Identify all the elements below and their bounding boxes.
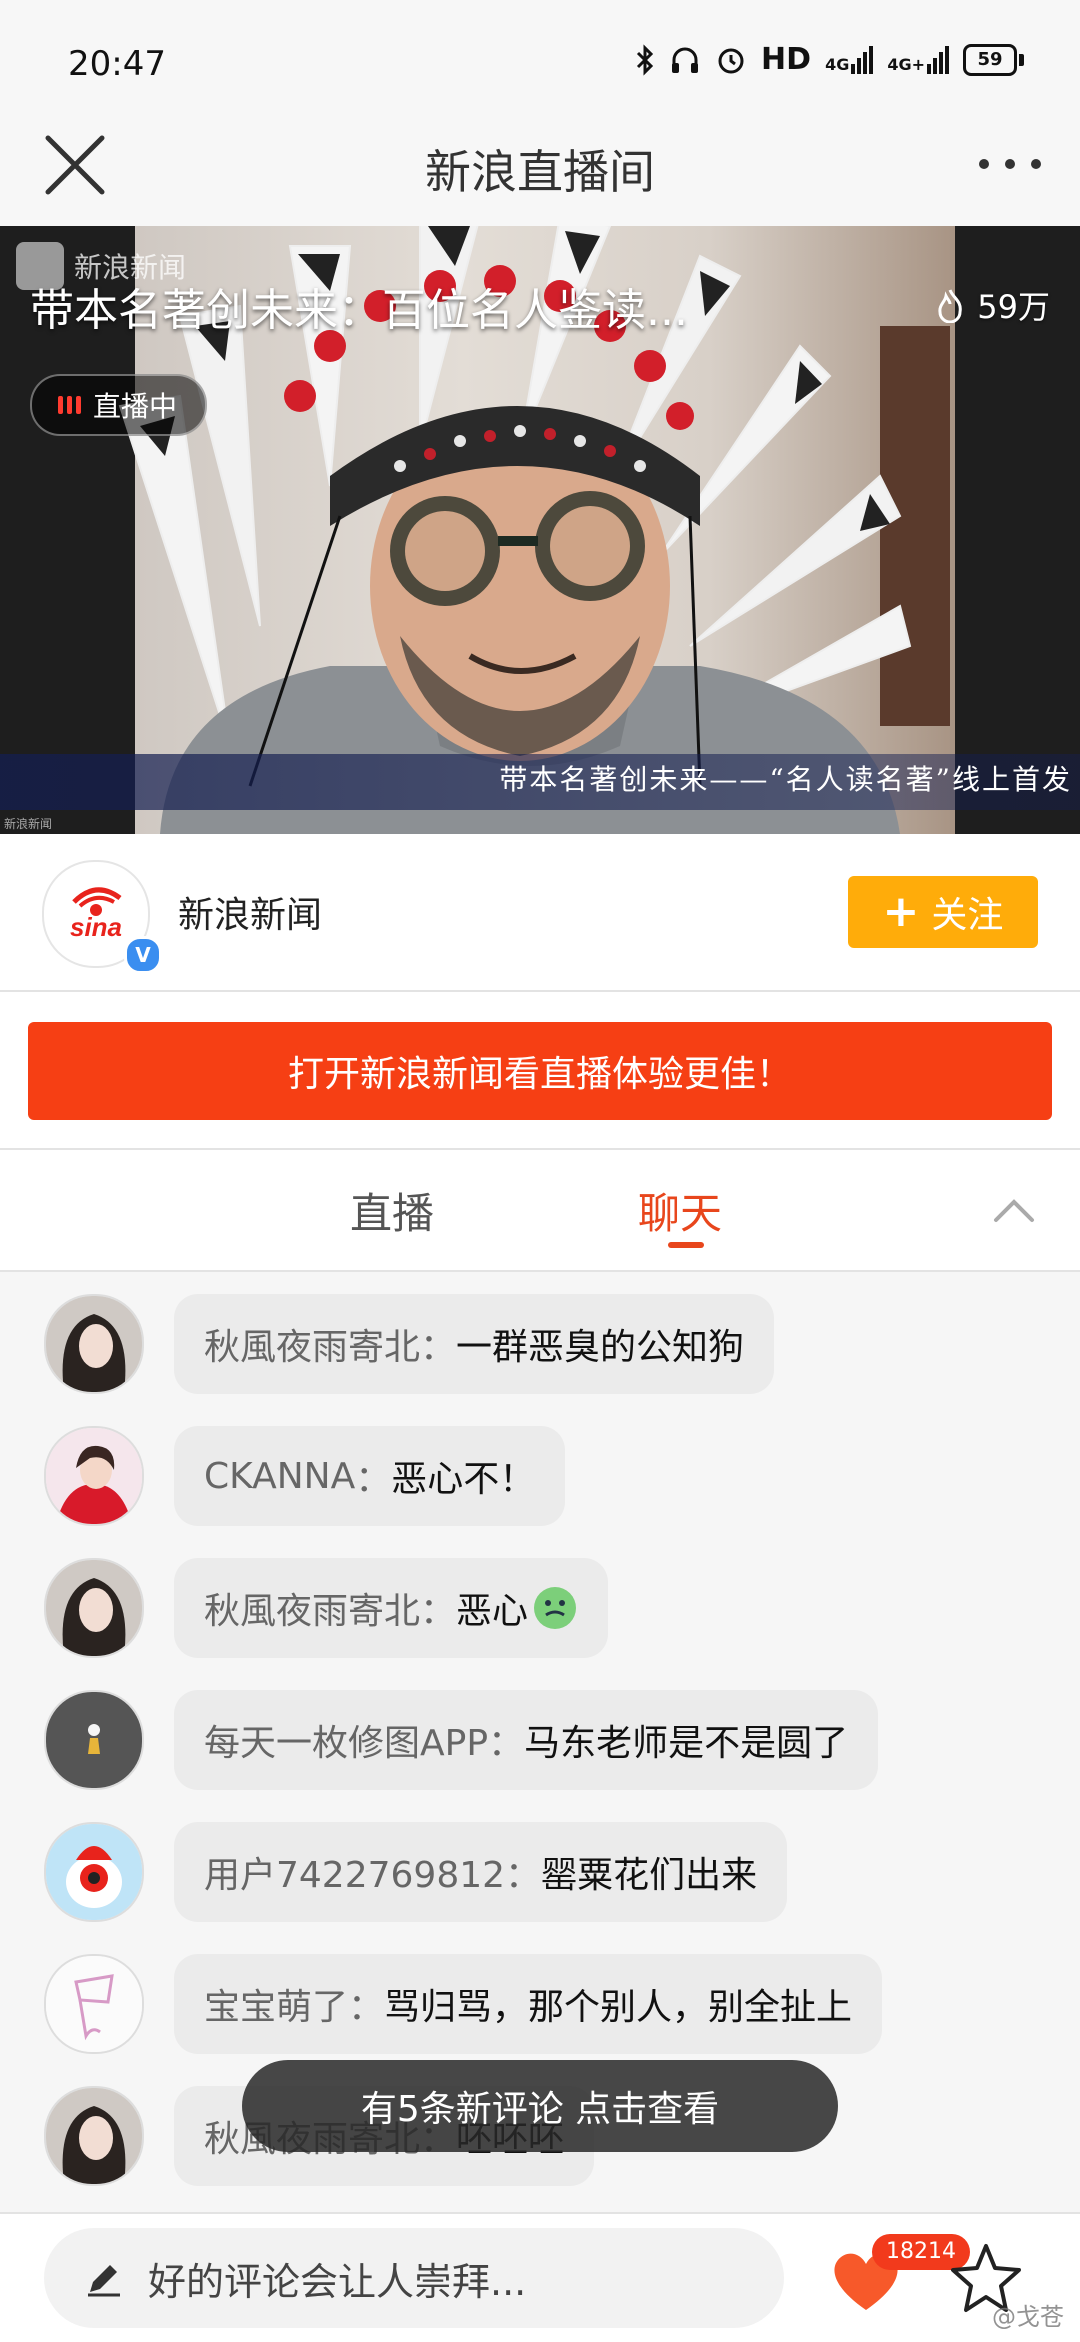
account-name[interactable]: 新浪新闻 xyxy=(178,886,322,938)
message-text: 骂归骂，那个别人，别全扯上 xyxy=(384,1987,853,2028)
message-text: 恶心 xyxy=(456,1591,529,1632)
message-bubble: 用户7422769812：罂粟花们出来 xyxy=(174,1822,788,1922)
message-text: 马东老师是不是圆了 xyxy=(524,1723,849,1764)
video-player[interactable]: 新浪新闻 带本名著创未来：百位名人鉴读... 59万 直播中 带本名著创未来——… xyxy=(0,226,1080,834)
video-watermark: 新浪新闻 xyxy=(4,817,53,831)
message-user[interactable]: 宝宝萌了 xyxy=(204,1978,348,2030)
message-text: 恶心不！ xyxy=(391,1459,536,1500)
signal-icon: 4G xyxy=(825,45,874,74)
avatar[interactable] xyxy=(44,1558,144,1658)
live-badge: 直播中 xyxy=(30,374,208,436)
new-comments-toast[interactable]: 有5条新评论 点击查看 xyxy=(242,2060,838,2152)
svg-text:sina: sina xyxy=(70,912,122,942)
pencil-icon xyxy=(88,2265,120,2297)
page-title: 新浪直播间 xyxy=(425,145,655,199)
tab-chat[interactable]: 聊天 xyxy=(638,1180,722,1241)
alarm-icon xyxy=(718,48,744,73)
status-bar: 20:47 HD 4G 4G+ 59 xyxy=(0,0,1080,120)
list-item: 秋風夜雨寄北：恶心 xyxy=(0,1558,1080,1666)
plus-icon: + xyxy=(882,886,920,937)
message-user[interactable]: 用户7422769812 xyxy=(204,1846,505,1898)
message-bubble: 宝宝萌了：骂归骂，那个别人，别全扯上 xyxy=(174,1954,883,2054)
bottom-bar: 好的评论会让人崇拜... 18214 @戈苍 xyxy=(0,2212,1080,2342)
message-text: 一群恶臭的公知狗 xyxy=(456,1327,745,1368)
verified-badge: V xyxy=(124,936,162,974)
avatar[interactable] xyxy=(44,1954,144,2054)
message-text: 罂粟花们出来 xyxy=(541,1855,758,1896)
list-item: 宝宝萌了：骂归骂，那个别人，别全扯上 xyxy=(0,1954,1080,2062)
follow-button[interactable]: + 关注 xyxy=(848,876,1038,948)
comment-input[interactable]: 好的评论会让人崇拜... xyxy=(44,2228,784,2328)
avatar[interactable] xyxy=(44,2086,144,2186)
viewer-count-value: 59万 xyxy=(977,288,1050,326)
more-dots-icon[interactable] xyxy=(970,134,1050,194)
network-label: HD xyxy=(761,42,812,77)
live-bars-icon xyxy=(58,396,81,414)
list-item: 秋風夜雨寄北：一群恶臭的公知狗 xyxy=(0,1294,1080,1402)
message-bubble: 秋風夜雨寄北：一群恶臭的公知狗 xyxy=(174,1294,775,1394)
avatar[interactable] xyxy=(44,1426,144,1526)
tab-live[interactable]: 直播 xyxy=(350,1180,434,1241)
comment-placeholder: 好的评论会让人崇拜... xyxy=(148,2259,527,2304)
bluetooth-icon xyxy=(636,43,654,76)
message-user[interactable]: CKANNA xyxy=(204,1456,355,1497)
top-bar: 新浪直播间 xyxy=(0,120,1080,226)
account-row: sina V 新浪新闻 + 关注 xyxy=(0,834,1080,992)
video-caption: 带本名著创未来——“名人读名著”线上首发 xyxy=(499,763,1072,796)
message-user[interactable]: 秋風夜雨寄北 xyxy=(204,1318,420,1370)
open-app-button[interactable]: 打开新浪新闻看直播体验更佳！ xyxy=(28,1022,1052,1120)
list-item: CKANNA：恶心不！ xyxy=(0,1426,1080,1534)
video-title: 带本名著创未来：百位名人鉴读... xyxy=(30,285,688,336)
live-badge-label: 直播中 xyxy=(93,390,178,423)
message-user[interactable]: 每天一枚修图APP xyxy=(204,1714,488,1766)
sick-face-emoji xyxy=(534,1587,577,1629)
list-item: 每天一枚修图APP：马东老师是不是圆了 xyxy=(0,1690,1080,1798)
tab-underline xyxy=(668,1242,704,1248)
tab-bar: 直播 聊天 xyxy=(0,1150,1080,1272)
follow-label: 关注 xyxy=(931,895,1004,936)
avatar[interactable] xyxy=(44,1690,144,1790)
battery-icon: 59 xyxy=(963,43,1024,76)
message-user[interactable]: 秋風夜雨寄北 xyxy=(204,1582,420,1634)
list-item: 用户7422769812：罂粟花们出来 xyxy=(0,1822,1080,1930)
message-bubble: 每天一枚修图APP：马东老师是不是圆了 xyxy=(174,1690,879,1790)
promo-section: 打开新浪新闻看直播体验更佳！ xyxy=(0,992,1080,1150)
viewer-count: 59万 xyxy=(933,282,1050,328)
corner-watermark: @戈苍 xyxy=(992,2303,1064,2331)
battery-level: 59 xyxy=(963,43,1017,76)
status-time: 20:47 xyxy=(68,44,166,84)
avatar[interactable] xyxy=(44,1822,144,1922)
headphones-icon xyxy=(672,47,699,73)
message-bubble: CKANNA：恶心不！ xyxy=(174,1426,566,1526)
status-icons: HD 4G 4G+ 59 xyxy=(635,42,1024,77)
message-bubble: 秋風夜雨寄北：恶心 xyxy=(174,1558,609,1658)
avatar[interactable] xyxy=(44,1294,144,1394)
signal-icon: 4G+ xyxy=(887,45,949,74)
chevron-up-icon[interactable] xyxy=(984,1184,1044,1234)
flame-icon xyxy=(938,289,963,323)
